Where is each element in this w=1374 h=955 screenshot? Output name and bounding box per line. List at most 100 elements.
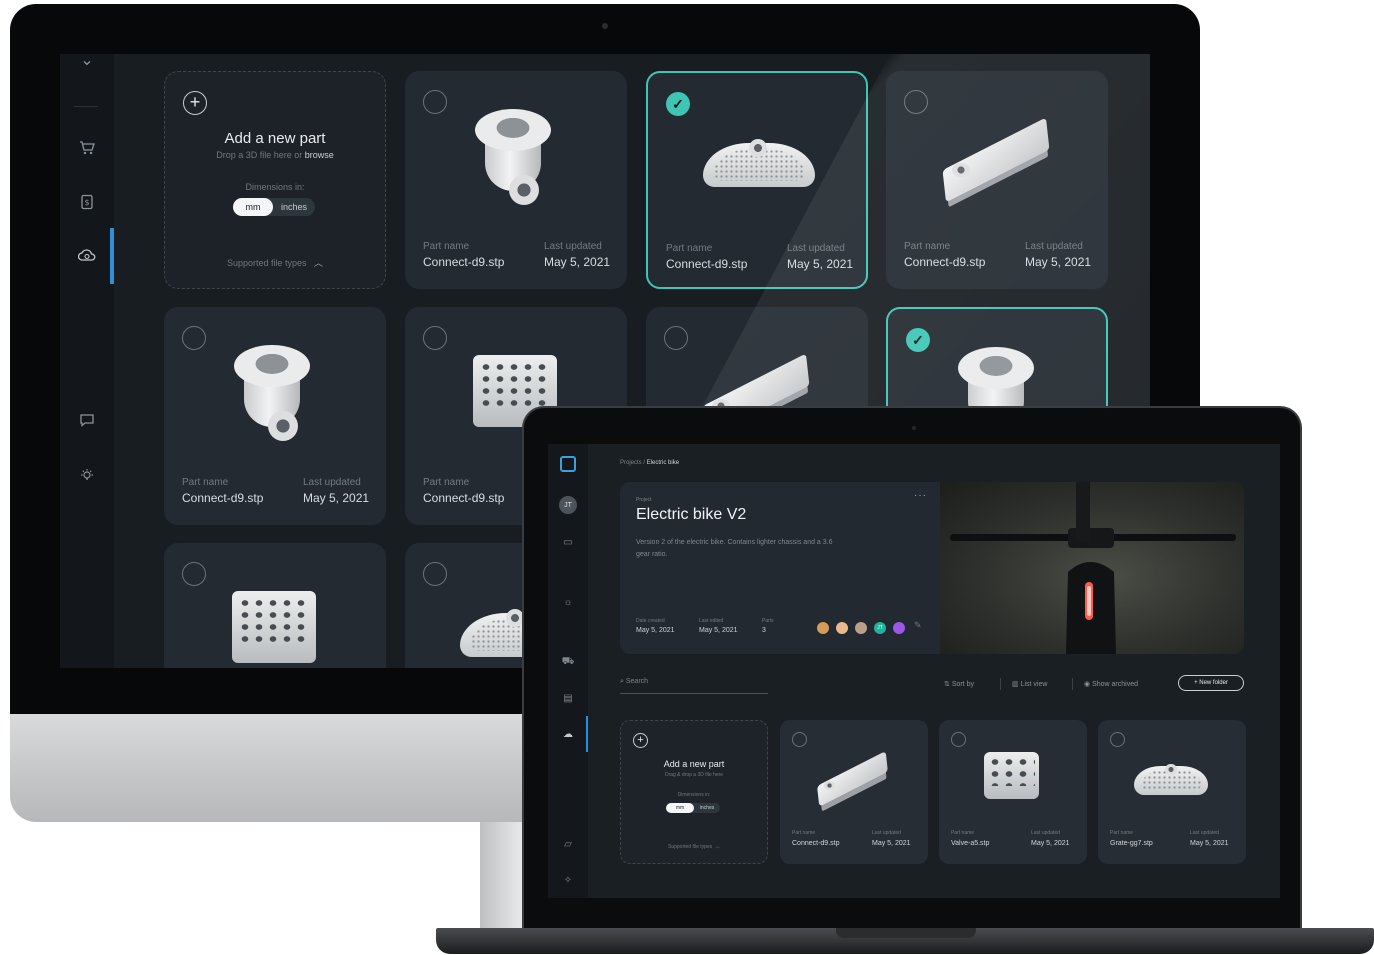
collaborator-avatar[interactable] — [816, 621, 830, 635]
last-updated-value: May 5, 2021 — [1190, 840, 1229, 847]
project-title: Electric bike V2 — [636, 506, 747, 523]
unit-inches-option[interactable]: inches — [694, 803, 720, 813]
part-card[interactable]: Part name Connect-d9.stp Last updated May 5… — [780, 720, 928, 864]
date-created-label: Date created — [636, 618, 665, 624]
search-icon: ⌕ — [620, 678, 624, 685]
part-card[interactable]: Part name Connect-d9.stp Last updated May 5… — [405, 71, 627, 289]
laptop-camera — [912, 426, 916, 430]
last-updated-label: Last updated — [544, 241, 602, 252]
sidebar-divider — [74, 106, 98, 107]
select-radio[interactable] — [792, 732, 807, 747]
collaborator-avatar[interactable] — [835, 621, 849, 635]
lightbulb-icon[interactable]: ☼ — [560, 594, 576, 610]
project-hero-card: Project Electric bike V2 Version 2 of th… — [620, 482, 1244, 654]
breadcrumb-root[interactable]: Projects — [620, 460, 642, 466]
add-part-card[interactable]: + Add a new part Drag & drop a 3D file h… — [620, 720, 768, 864]
add-plus-icon[interactable]: + — [183, 91, 207, 115]
list-view-button[interactable]: ▥ List view — [1012, 680, 1047, 688]
last-edited-label: Last edited — [699, 618, 724, 624]
part-card[interactable]: Part name Connect-d9.stp Last updated May 5… — [164, 307, 386, 525]
part-card[interactable]: ✓ Part name Connect-d9.stp Last updated May… — [646, 71, 868, 289]
drop-text: Drag & drop a 3D file here — [664, 772, 724, 778]
part-name-value: Connect-d9.stp — [182, 491, 264, 505]
part-card[interactable] — [164, 543, 386, 668]
grate-part-render — [648, 73, 866, 287]
list-view-label: List view — [1020, 681, 1048, 688]
chat-icon[interactable] — [73, 406, 101, 434]
cart-icon[interactable]: ⛟ — [560, 654, 576, 670]
unit-mm-option[interactable]: mm — [666, 803, 694, 813]
new-folder-button[interactable]: + New folder — [1178, 675, 1244, 691]
last-updated-value: May 5, 2021 — [872, 840, 911, 847]
select-radio[interactable] — [951, 732, 966, 747]
part-name-value: Connect-d9.stp — [666, 257, 748, 271]
user-avatar[interactable]: JT — [559, 496, 577, 514]
collaborator-avatar[interactable] — [854, 621, 868, 635]
supported-file-types[interactable]: Supported file types ︿ — [165, 256, 385, 269]
chat-icon[interactable]: ▱ — [560, 836, 576, 852]
add-part-title: Add a new part — [224, 130, 326, 147]
add-part-card[interactable]: + Add a new part Drop a 3D file here or … — [164, 71, 386, 289]
parts-label: Parts — [762, 618, 774, 624]
show-archived-toggle[interactable]: ◉ Show archived — [1084, 680, 1138, 688]
supported-file-types-label: Supported file types — [668, 844, 713, 850]
cart-icon[interactable] — [73, 134, 101, 162]
last-updated-value: May 5, 2021 — [1025, 255, 1092, 269]
invoice-icon[interactable]: ▤ — [560, 690, 576, 706]
unit-mm-option[interactable]: mm — [233, 198, 273, 216]
search-input[interactable]: ⌕ Search — [620, 678, 768, 694]
folder-icon[interactable]: ▭ — [560, 534, 576, 550]
part-name-label: Part name — [792, 830, 816, 836]
dimensions-label: Dimensions in: — [677, 792, 711, 798]
cloud-part-icon[interactable] — [73, 242, 101, 270]
add-part-title: Add a new part — [663, 759, 725, 769]
laptop-sidebar: JT ▭ ☼ ⛟ ▤ ☁ ▱ ✧ — [548, 444, 588, 898]
add-plus-icon[interactable]: + — [633, 733, 648, 748]
select-radio[interactable] — [1110, 732, 1125, 747]
part-card[interactable]: Part name Connect-d9.stp Last updated May 5… — [886, 71, 1108, 289]
device-mockup-scene: ⌄ $ + Add a new part Drop a 3D file here… — [0, 0, 1374, 955]
svg-text:$: $ — [84, 198, 89, 207]
cloud-part-icon[interactable]: ☁ — [560, 726, 576, 742]
last-updated-label: Last updated — [1025, 241, 1083, 252]
unit-inches-option[interactable]: inches — [273, 198, 315, 216]
project-cover-image — [940, 482, 1244, 654]
last-updated-label: Last updated — [303, 477, 361, 488]
part-name-value: Connect-d9.stp — [423, 255, 505, 269]
lightbulb-icon[interactable]: ✧ — [560, 872, 576, 888]
toolbar-divider — [1072, 678, 1073, 690]
project-description: Version 2 of the electric bike. Contains… — [636, 539, 833, 558]
search-placeholder: Search — [625, 678, 649, 685]
invoice-icon[interactable]: $ — [73, 188, 101, 216]
chevron-up-icon[interactable]: ︿ — [714, 844, 720, 850]
part-name-value: Connect-d9.stp — [792, 840, 840, 847]
laptop-app-screen: JT ▭ ☼ ⛟ ▤ ☁ ▱ ✧ Projects / Electric bik… — [548, 444, 1280, 898]
bike-photo — [950, 482, 1236, 654]
collaborator-avatar[interactable] — [892, 621, 906, 635]
part-card[interactable]: Part name Grate-gg7.stp Last updated May 5,… — [1098, 720, 1246, 864]
more-options-icon[interactable]: ··· — [914, 490, 927, 501]
chevron-up-icon[interactable]: ︿ — [309, 258, 323, 268]
unit-toggle[interactable]: mm inches — [233, 198, 315, 216]
app-logo[interactable] — [560, 456, 576, 472]
sort-by-button[interactable]: ⇅ Sort by — [944, 680, 974, 688]
supported-file-types[interactable]: Supported file types ︿ — [621, 843, 767, 850]
breadcrumb-separator: / — [643, 460, 646, 466]
chevron-down-icon[interactable]: ⌄ — [73, 54, 101, 74]
unit-toggle[interactable]: mm inches — [666, 803, 720, 813]
show-archived-label: Show archived — [1092, 681, 1138, 688]
part-name-label: Part name — [1110, 830, 1134, 836]
connector-part-render — [164, 543, 386, 668]
last-updated-value: May 5, 2021 — [544, 255, 611, 269]
edit-pencil-icon[interactable]: ✎ — [914, 620, 922, 631]
list-icon: ▥ — [1012, 681, 1021, 688]
lightbulb-icon[interactable] — [73, 462, 101, 490]
part-name-label: Part name — [182, 477, 229, 488]
collaborator-avatar[interactable]: JT — [873, 621, 887, 635]
browse-link[interactable]: browse — [305, 150, 334, 160]
part-card[interactable]: Part name Valve-a5.stp Last updated May 5, … — [939, 720, 1087, 864]
breadcrumb-current: Electric bike — [646, 460, 680, 466]
laptop: JT ▭ ☼ ⛟ ▤ ☁ ▱ ✧ Projects / Electric bik… — [436, 406, 1374, 955]
part-name-label: Part name — [904, 241, 951, 252]
sidebar-active-indicator — [110, 228, 114, 284]
